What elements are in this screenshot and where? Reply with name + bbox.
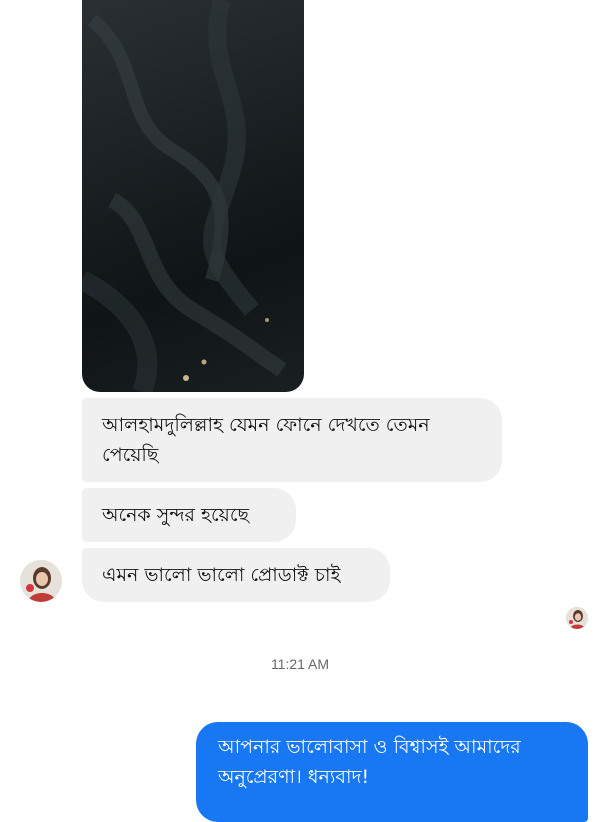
sender-avatar[interactable] [20, 560, 62, 602]
incoming-message[interactable]: এমন ভালো ভালো প্রোডাক্ট চাই [82, 548, 390, 602]
message-text: আলহামদুলিল্লাহ যেমন ফোনে দেখতে তেমন পেয়… [102, 414, 430, 466]
message-timestamp: 11:21 AM [270, 656, 330, 672]
incoming-message[interactable]: অনেক সুন্দর হয়েছে [82, 488, 296, 542]
shared-photo[interactable] [82, 0, 304, 392]
fabric-photo-icon [82, 0, 287, 392]
outgoing-message[interactable]: আপনার ভালোবাসা ও বিশ্বাসই আমাদের অনুপ্রে… [196, 722, 588, 822]
message-text: আপনার ভালোবাসা ও বিশ্বাসই আমাদের অনুপ্রে… [218, 736, 521, 788]
incoming-message[interactable]: আলহামদুলিল্লাহ যেমন ফোনে দেখতে তেমন পেয়… [82, 398, 502, 482]
read-receipt-avatar [566, 607, 588, 629]
seen-avatar-icon [566, 607, 588, 629]
message-text: অনেক সুন্দর হয়েছে [102, 504, 250, 526]
avatar-icon [20, 560, 62, 602]
message-text: এমন ভালো ভালো প্রোডাক্ট চাই [102, 564, 341, 586]
